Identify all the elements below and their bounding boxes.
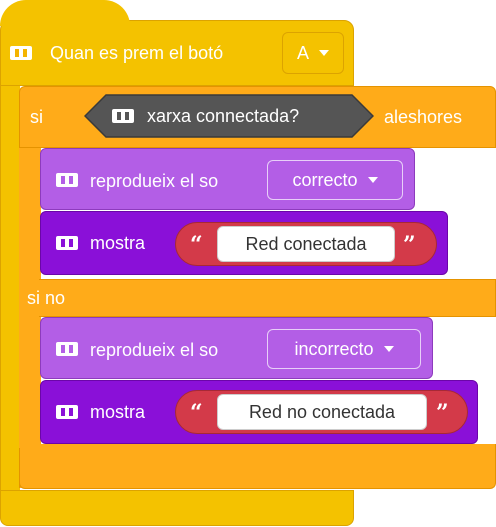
robot-icon xyxy=(56,342,78,356)
open-quote-icon: “ xyxy=(190,232,203,258)
sound-select-value: incorrecto xyxy=(294,339,374,359)
play-sound-label: reprodueix el so xyxy=(90,171,219,191)
robot-icon xyxy=(10,46,32,60)
string-value[interactable]: Red no conectada xyxy=(217,394,427,430)
condition-label: xarxa connectada? xyxy=(147,106,300,126)
button-select-value: A xyxy=(296,43,309,63)
then-label: aleshores xyxy=(384,107,463,127)
else-label: si no xyxy=(27,288,66,308)
chevron-down-icon xyxy=(383,346,394,352)
event-block-footer xyxy=(0,490,354,526)
play-sound-label: reprodueix el so xyxy=(90,340,219,360)
close-quote-icon: ” xyxy=(403,232,416,258)
robot-icon xyxy=(56,173,78,187)
if-label: si xyxy=(30,107,43,127)
sound-select-dropdown[interactable]: incorrecto xyxy=(267,329,421,369)
robot-icon xyxy=(56,405,78,419)
robot-icon xyxy=(112,109,134,123)
button-select-dropdown[interactable]: A xyxy=(282,32,344,74)
event-label: Quan es prem el botó xyxy=(50,43,224,63)
chevron-down-icon xyxy=(319,50,329,56)
open-quote-icon: “ xyxy=(190,400,203,426)
if-else-block-else-bar[interactable] xyxy=(19,279,496,317)
close-quote-icon: ” xyxy=(436,400,449,426)
robot-icon xyxy=(56,236,78,250)
event-block-body xyxy=(0,86,20,516)
show-label: mostra xyxy=(90,233,146,253)
sound-select-dropdown[interactable]: correcto xyxy=(267,160,403,200)
show-label: mostra xyxy=(90,402,146,422)
sound-select-value: correcto xyxy=(292,170,358,190)
event-block-cap-fill xyxy=(0,0,130,26)
if-else-block-footer xyxy=(19,444,496,489)
string-value[interactable]: Red conectada xyxy=(217,226,395,262)
chevron-down-icon xyxy=(367,177,378,183)
